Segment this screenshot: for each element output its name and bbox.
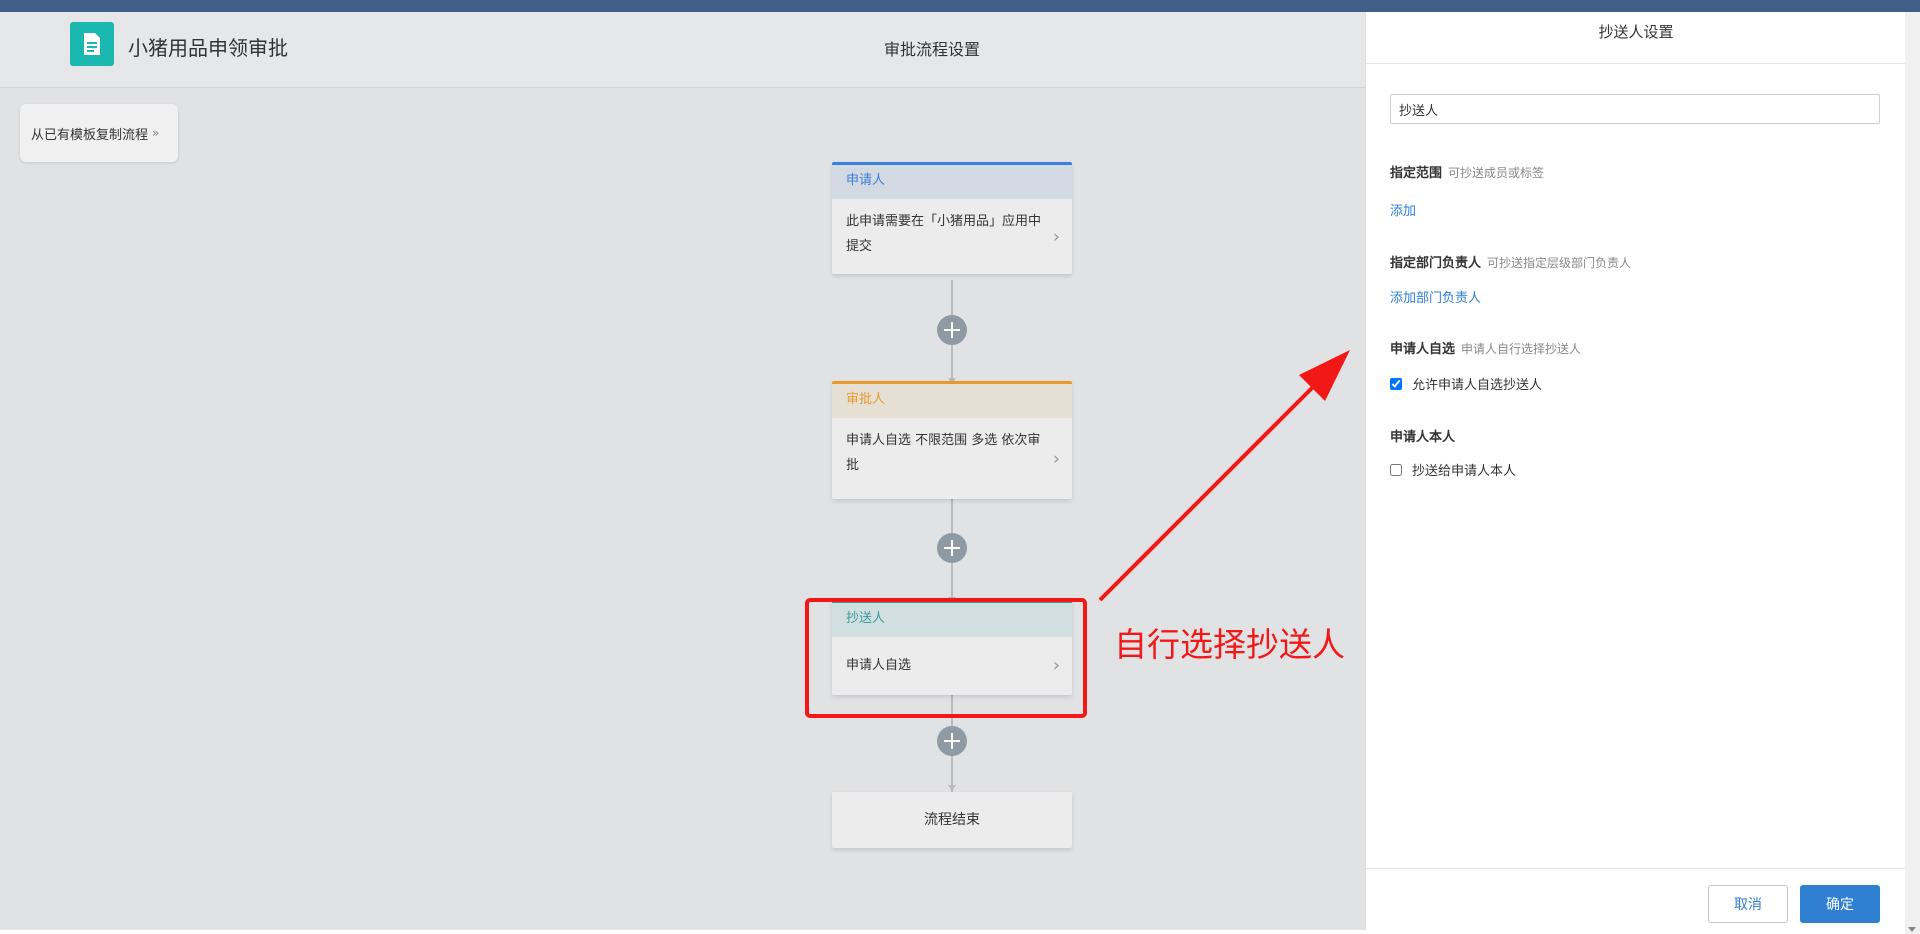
self-label: 申请人本人: [1390, 430, 1456, 445]
cc-self-checkbox[interactable]: [1390, 463, 1402, 476]
allow-self-select-label: 允许申请人自选抄送人: [1412, 378, 1543, 393]
scope-section-label: 指定范围 可抄送成员或标签: [1390, 162, 1544, 181]
allow-self-select-checkbox[interactable]: [1390, 377, 1402, 390]
dept-head-section-label: 指定部门负责人 可抄送指定层级部门负责人: [1390, 252, 1631, 271]
dept-head-label: 指定部门负责人: [1390, 256, 1482, 271]
confirm-button[interactable]: 确定: [1800, 885, 1880, 923]
vertical-scrollbar[interactable]: [1905, 12, 1920, 934]
scope-hint: 可抄送成员或标签: [1448, 166, 1545, 180]
panel-footer: 取消 确定: [1366, 868, 1906, 930]
cc-self-label: 抄送给申请人本人: [1412, 464, 1517, 479]
self-select-section-label: 申请人自选 申请人自行选择抄送人: [1390, 338, 1581, 357]
self-select-hint: 申请人自行选择抄送人: [1461, 342, 1582, 356]
panel-title: 抄送人设置: [1366, 12, 1906, 64]
dept-head-hint: 可抄送指定层级部门负责人: [1487, 256, 1632, 270]
cc-name-input[interactable]: [1390, 94, 1880, 124]
flow-canvas: 小猪用品申领审批 审批流程设置 从已有模板复制流程 » 申请人 此申请需要在「小…: [0, 12, 1365, 930]
cc-settings-panel: 抄送人设置 指定范围可抄送成员或标签 添加 指定部门负责人可抄送指定层级部门负责…: [1365, 12, 1906, 930]
window-top-bar: [0, 0, 1920, 12]
allow-self-select-checkbox-row[interactable]: 允许申请人自选抄送人: [1390, 374, 1542, 393]
self-section-label: 申请人本人: [1390, 426, 1455, 445]
cancel-button[interactable]: 取消: [1708, 885, 1788, 923]
annotation-arrow-icon: [1098, 350, 1350, 602]
scroll-down-icon[interactable]: [1908, 927, 1916, 932]
cc-self-checkbox-row[interactable]: 抄送给申请人本人: [1390, 460, 1516, 479]
scope-label: 指定范围: [1390, 166, 1443, 181]
self-select-label: 申请人自选: [1390, 342, 1456, 357]
add-scope-link[interactable]: 添加: [1390, 200, 1416, 219]
add-dept-head-link[interactable]: 添加部门负责人: [1390, 287, 1481, 306]
